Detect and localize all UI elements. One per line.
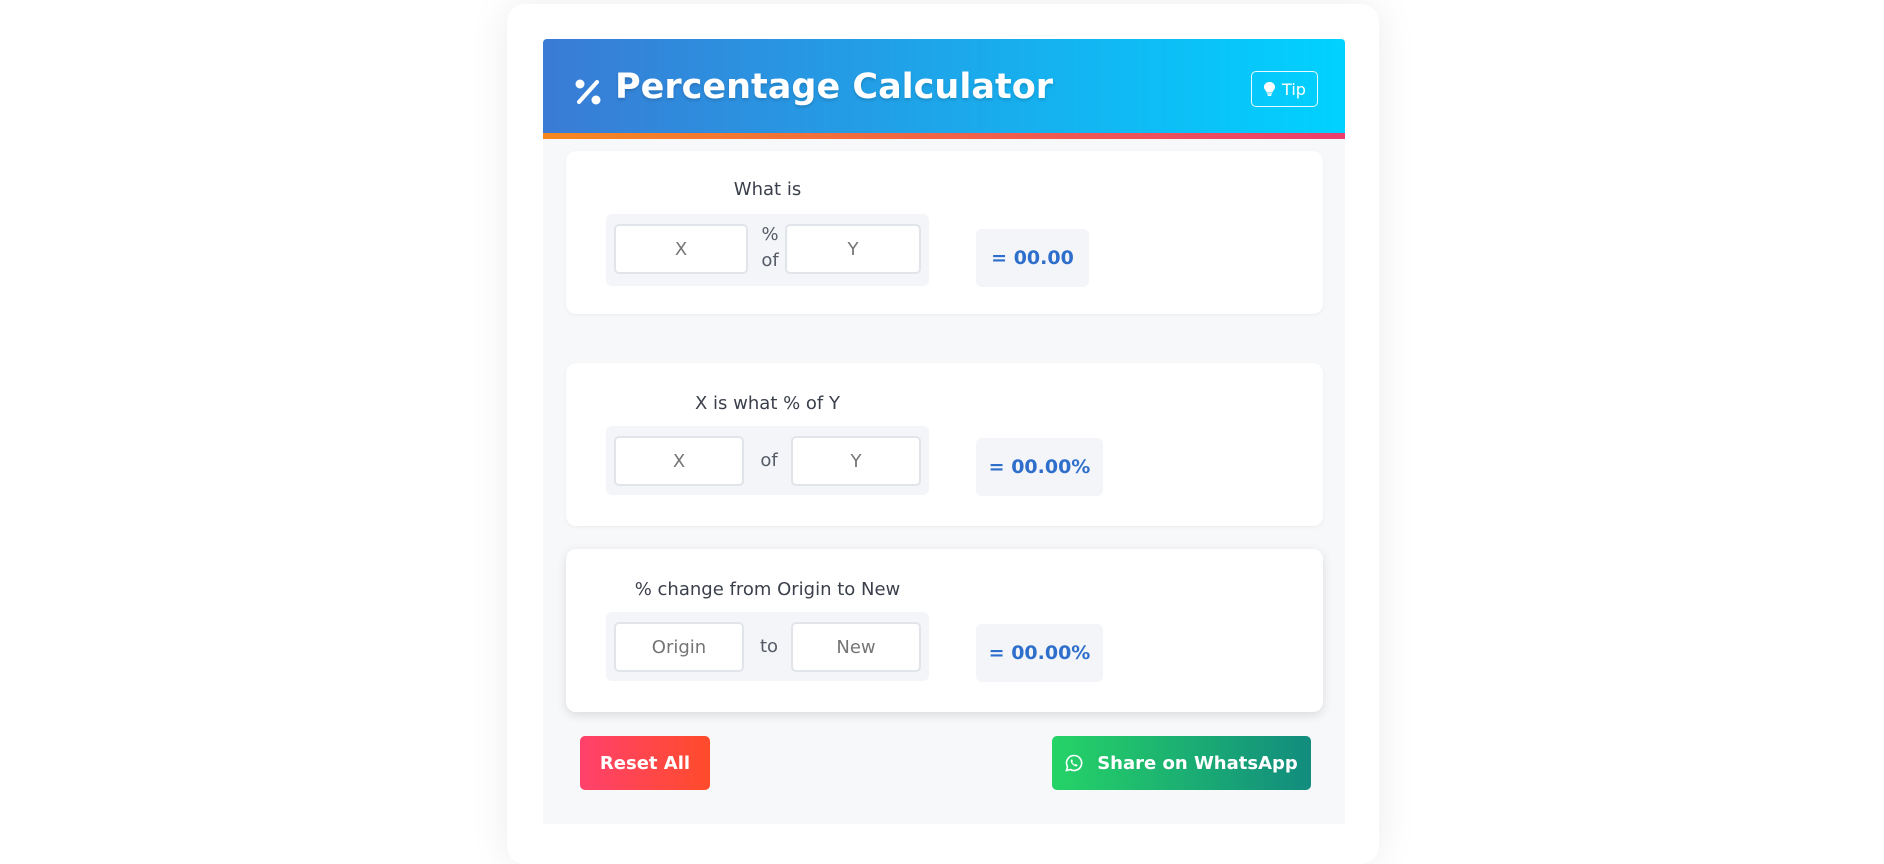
lightbulb-icon bbox=[1264, 82, 1276, 96]
calc-label: X is what % of Y bbox=[695, 393, 840, 414]
whatsapp-icon bbox=[1065, 754, 1083, 772]
percent-icon bbox=[575, 79, 601, 105]
separator-percent: % bbox=[761, 224, 779, 245]
header-accent-stripe bbox=[543, 133, 1345, 139]
app-header: Percentage Calculator Tip bbox=[543, 39, 1345, 139]
page-title: Percentage Calculator bbox=[615, 67, 1053, 107]
calc-label: % change from Origin to New bbox=[634, 579, 901, 600]
result-display: = 00.00 bbox=[976, 229, 1089, 287]
new-input[interactable] bbox=[791, 622, 921, 672]
calc-card-x-is-what-percent: X is what % of Y of = 00.00% bbox=[566, 363, 1323, 526]
y-input[interactable] bbox=[785, 224, 921, 274]
x-input[interactable] bbox=[614, 224, 748, 274]
tip-button[interactable]: Tip bbox=[1251, 71, 1318, 107]
calc-card-percent-change: % change from Origin to New to = 00.00% bbox=[566, 549, 1323, 712]
separator-of: of bbox=[760, 450, 778, 471]
origin-input[interactable] bbox=[614, 622, 744, 672]
input-group: % of bbox=[606, 214, 929, 286]
separator-of: of bbox=[761, 250, 779, 271]
tip-label: Tip bbox=[1282, 79, 1306, 99]
calc-label: What is bbox=[733, 179, 802, 200]
share-label: Share on WhatsApp bbox=[1097, 752, 1298, 774]
input-group: to bbox=[606, 612, 929, 681]
share-whatsapp-button[interactable]: Share on WhatsApp bbox=[1052, 736, 1311, 790]
separator-to: to bbox=[759, 636, 779, 657]
y-input[interactable] bbox=[791, 436, 921, 486]
reset-all-button[interactable]: Reset All bbox=[580, 736, 710, 790]
x-input[interactable] bbox=[614, 436, 744, 486]
calc-card-what-is: What is % of = 00.00 bbox=[566, 151, 1323, 314]
separator-percent-of: % of bbox=[758, 222, 782, 274]
result-display: = 00.00% bbox=[976, 438, 1103, 496]
result-display: = 00.00% bbox=[976, 624, 1103, 682]
calculator-app: Percentage Calculator Tip What is % of =… bbox=[543, 39, 1345, 824]
input-group: of bbox=[606, 426, 929, 495]
